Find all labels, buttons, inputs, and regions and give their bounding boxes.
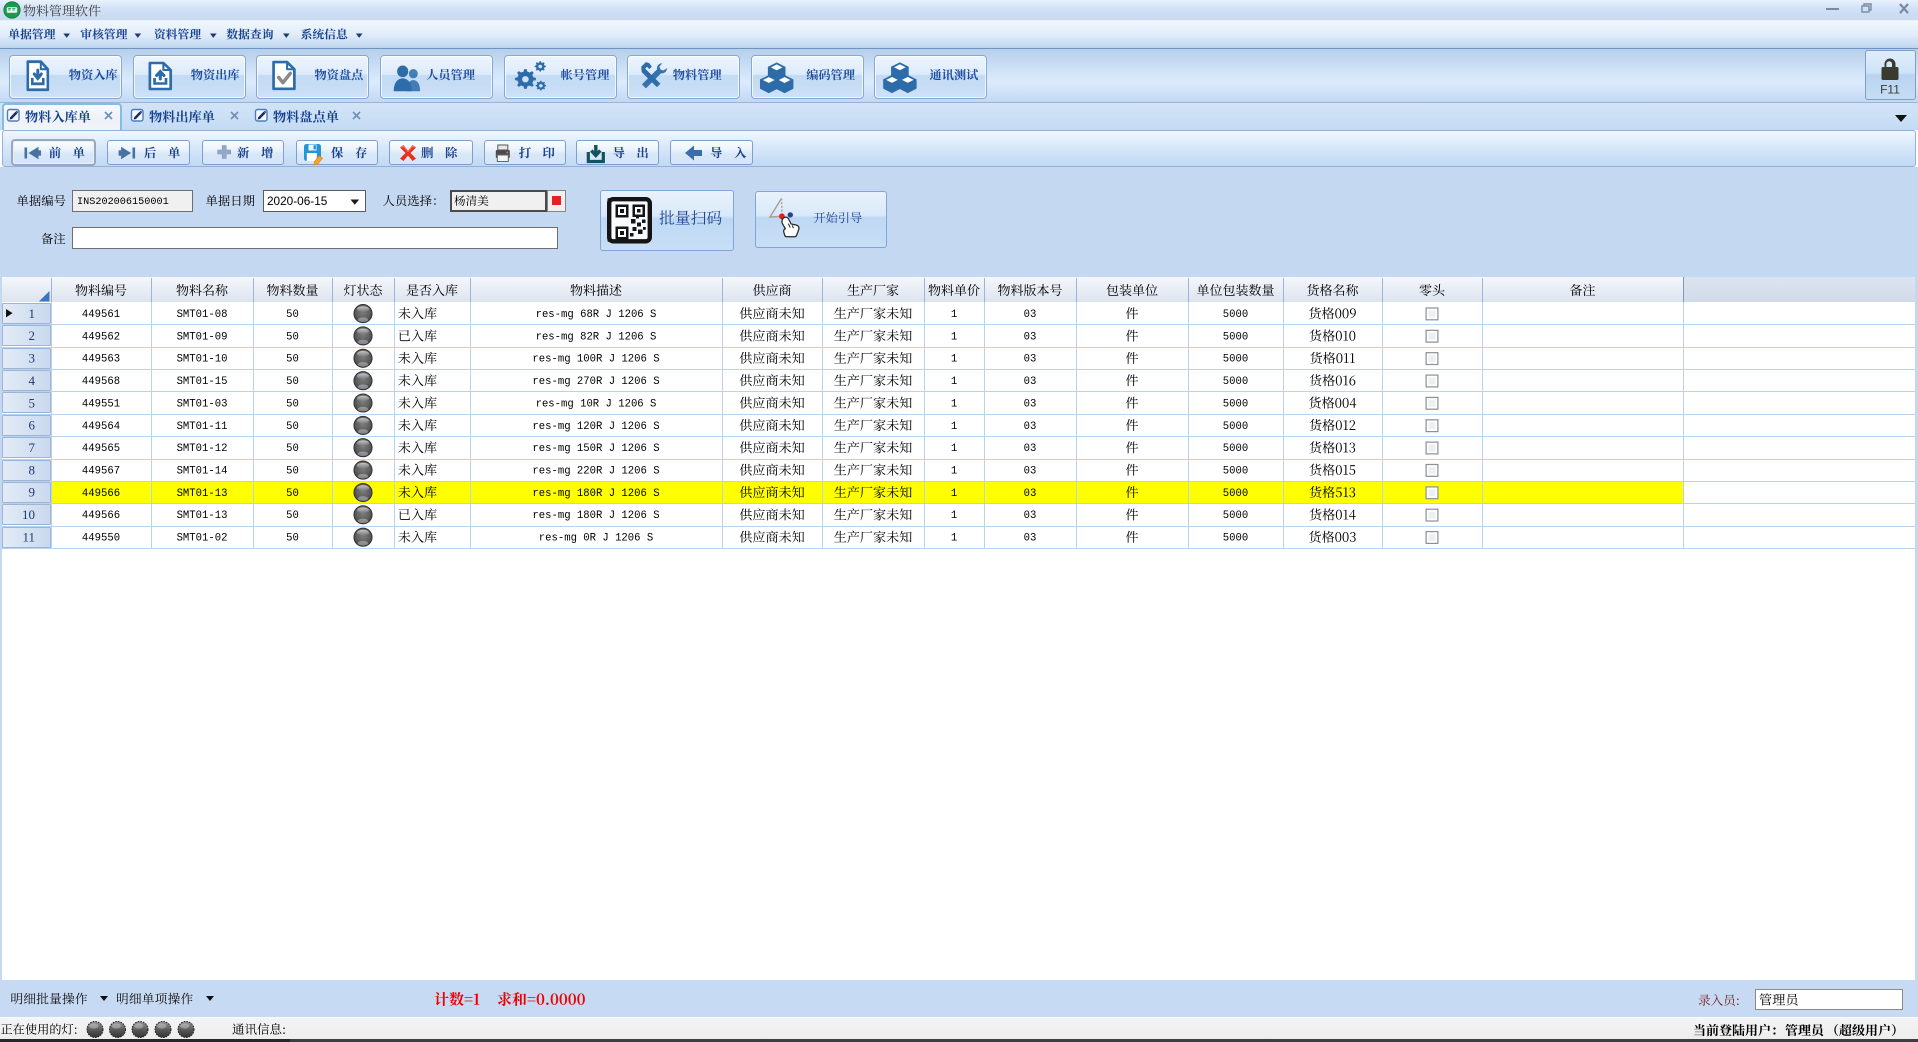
- svg-text:5000: 5000: [1223, 376, 1248, 388]
- svg-text:1: 1: [951, 443, 957, 455]
- svg-text:10: 10: [22, 507, 35, 522]
- svg-text:SMT01-13: SMT01-13: [177, 488, 228, 500]
- svg-text:res-mg 100R J 1206 S: res-mg 100R J 1206 S: [532, 354, 659, 366]
- svg-text:res-mg 120R J 1206 S: res-mg 120R J 1206 S: [532, 421, 659, 433]
- svg-text:5000: 5000: [1223, 443, 1248, 455]
- svg-text:5000: 5000: [1223, 421, 1248, 433]
- svg-text:SMT01-15: SMT01-15: [177, 376, 228, 388]
- svg-text:res-mg 220R J 1206 S: res-mg 220R J 1206 S: [532, 466, 659, 478]
- svg-text:SMT01-10: SMT01-10: [177, 354, 228, 366]
- svg-text:50: 50: [286, 331, 299, 343]
- svg-text:50: 50: [286, 421, 299, 433]
- svg-text:03: 03: [1024, 421, 1037, 433]
- svg-text:SMT01-02: SMT01-02: [177, 533, 228, 545]
- svg-text:1: 1: [951, 533, 957, 545]
- svg-text:6: 6: [29, 418, 36, 433]
- svg-text:INS202006150001: INS202006150001: [77, 197, 169, 208]
- svg-text:50: 50: [286, 376, 299, 388]
- svg-text:res-mg 82R J 1206 S: res-mg 82R J 1206 S: [536, 331, 657, 343]
- svg-text:1: 1: [951, 354, 957, 366]
- svg-text:03: 03: [1024, 376, 1037, 388]
- svg-text:res-mg 68R J 1206 S: res-mg 68R J 1206 S: [536, 309, 657, 321]
- svg-text:50: 50: [286, 510, 299, 522]
- svg-text:50: 50: [286, 309, 299, 321]
- svg-text:res-mg 180R J 1206 S: res-mg 180R J 1206 S: [532, 488, 659, 500]
- svg-text:res-mg 150R J 1206 S: res-mg 150R J 1206 S: [532, 443, 659, 455]
- svg-text:SMT01-14: SMT01-14: [177, 466, 228, 478]
- svg-text:SMT01-12: SMT01-12: [177, 443, 228, 455]
- svg-text:5000: 5000: [1223, 510, 1248, 522]
- svg-text:3: 3: [29, 351, 36, 366]
- svg-text:1: 1: [951, 376, 957, 388]
- svg-text:9: 9: [29, 485, 36, 500]
- svg-text:5000: 5000: [1223, 488, 1248, 500]
- svg-text:1: 1: [951, 466, 957, 478]
- svg-text:50: 50: [286, 398, 299, 410]
- svg-text:res-mg 0R J 1206 S: res-mg 0R J 1206 S: [539, 533, 653, 545]
- svg-text:449563: 449563: [82, 354, 120, 366]
- svg-text:03: 03: [1024, 466, 1037, 478]
- svg-text:1: 1: [951, 510, 957, 522]
- svg-text:8: 8: [29, 462, 36, 477]
- svg-text:SMT01-08: SMT01-08: [177, 309, 228, 321]
- svg-text:SMT01-09: SMT01-09: [177, 331, 228, 343]
- svg-text:03: 03: [1024, 309, 1037, 321]
- svg-text:1: 1: [29, 306, 36, 321]
- svg-text:5000: 5000: [1223, 533, 1248, 545]
- svg-text:5000: 5000: [1223, 354, 1248, 366]
- svg-text:449568: 449568: [82, 376, 120, 388]
- svg-text:449564: 449564: [82, 421, 120, 433]
- svg-text:res-mg 10R J 1206 S: res-mg 10R J 1206 S: [536, 398, 657, 410]
- svg-text:5: 5: [29, 395, 36, 410]
- svg-text:11: 11: [22, 529, 35, 544]
- svg-text:50: 50: [286, 466, 299, 478]
- svg-text:1: 1: [951, 331, 957, 343]
- svg-text:5000: 5000: [1223, 398, 1248, 410]
- svg-text:res-mg 270R J 1206 S: res-mg 270R J 1206 S: [532, 376, 659, 388]
- svg-text:5000: 5000: [1223, 331, 1248, 343]
- svg-text:1: 1: [951, 488, 957, 500]
- svg-text:449561: 449561: [82, 309, 120, 321]
- svg-text:50: 50: [286, 533, 299, 545]
- svg-text:03: 03: [1024, 488, 1037, 500]
- svg-text:449565: 449565: [82, 443, 120, 455]
- svg-text:1: 1: [951, 421, 957, 433]
- svg-text:SMT01-13: SMT01-13: [177, 510, 228, 522]
- svg-text:50: 50: [286, 488, 299, 500]
- svg-text:03: 03: [1024, 510, 1037, 522]
- svg-text:03: 03: [1024, 398, 1037, 410]
- svg-text:03: 03: [1024, 533, 1037, 545]
- svg-text:5000: 5000: [1223, 309, 1248, 321]
- svg-text:03: 03: [1024, 443, 1037, 455]
- svg-text:SMT01-03: SMT01-03: [177, 398, 228, 410]
- svg-text:SMT01-11: SMT01-11: [177, 421, 228, 433]
- svg-text:1: 1: [951, 398, 957, 410]
- svg-text:50: 50: [286, 443, 299, 455]
- svg-text:449562: 449562: [82, 331, 120, 343]
- svg-text:449566: 449566: [82, 510, 120, 522]
- svg-text:03: 03: [1024, 354, 1037, 366]
- svg-text:7: 7: [29, 440, 36, 455]
- svg-text:4: 4: [29, 373, 36, 388]
- svg-text:50: 50: [286, 354, 299, 366]
- svg-text:449567: 449567: [82, 466, 120, 478]
- svg-text:1: 1: [951, 309, 957, 321]
- svg-text:449551: 449551: [82, 398, 120, 410]
- svg-text:F11: F11: [1880, 82, 1900, 96]
- svg-text:5000: 5000: [1223, 466, 1248, 478]
- svg-text:03: 03: [1024, 331, 1037, 343]
- svg-text:res-mg 180R J 1206 S: res-mg 180R J 1206 S: [532, 510, 659, 522]
- svg-text:449550: 449550: [82, 533, 120, 545]
- svg-text:449566: 449566: [82, 488, 120, 500]
- svg-text:2020-06-15: 2020-06-15: [267, 194, 328, 208]
- svg-text:2: 2: [29, 328, 36, 343]
